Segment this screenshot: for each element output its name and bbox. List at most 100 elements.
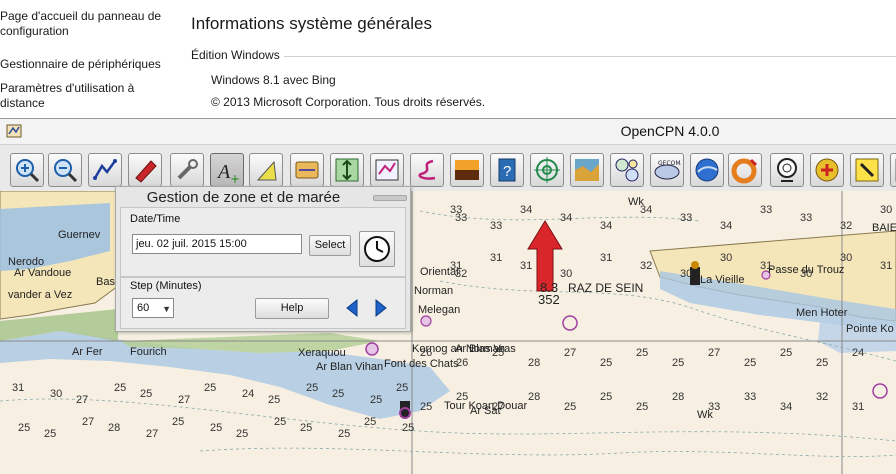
dashboard-icon bbox=[615, 158, 639, 182]
svg-text:GECOMAPI: GECOMAPI bbox=[658, 160, 681, 167]
chart-place-label: Xeraquou bbox=[298, 347, 346, 359]
select-button[interactable]: Select bbox=[309, 235, 351, 256]
chart-place-label: vander a Vez bbox=[8, 289, 72, 301]
depth-sounding: 34 bbox=[720, 220, 732, 232]
buoy-marker[interactable] bbox=[365, 342, 379, 356]
nav-remote-settings[interactable]: Paramètres d'utilisation à distance bbox=[0, 81, 134, 111]
previous-time-button[interactable] bbox=[342, 297, 362, 319]
chart-place-label: Ar Fer bbox=[72, 346, 103, 358]
depth-sounding: 30 bbox=[880, 204, 892, 216]
window-titlebar[interactable]: OpenCPN 4.0.0 bbox=[0, 119, 896, 145]
route-manager-icon bbox=[375, 159, 399, 181]
toolbar-button-waypoint[interactable] bbox=[850, 153, 884, 187]
chart-place-label: 352 bbox=[538, 292, 560, 307]
depth-sounding: 34 bbox=[780, 401, 792, 413]
depth-sounding: 33 bbox=[490, 220, 502, 232]
depth-sounding: 33 bbox=[800, 212, 812, 224]
chart-place-label: Ar Vandoue bbox=[14, 267, 71, 279]
chart-place-label: RAZ DE SEIN bbox=[568, 281, 643, 295]
nav-remote-settings-line1: Paramètres d'utilisation à bbox=[0, 81, 135, 95]
depth-sounding: 30 bbox=[50, 388, 62, 400]
depth-sounding: 25 bbox=[600, 357, 612, 369]
buoy-marker[interactable] bbox=[420, 315, 432, 327]
nav-remote-settings-line2: distance bbox=[0, 96, 45, 110]
toolbar-button-google-earth[interactable] bbox=[690, 153, 724, 187]
toolbar-button-man-overboard[interactable] bbox=[728, 153, 762, 187]
depth-sounding: 25 bbox=[172, 416, 184, 428]
clock-button[interactable] bbox=[359, 231, 395, 267]
dialog-close-button[interactable] bbox=[373, 195, 407, 201]
svg-text:+: + bbox=[230, 172, 240, 184]
copyright-text: © 2013 Microsoft Corporation. Tous droit… bbox=[211, 95, 486, 109]
system-info-page: Page d'accueil du panneau de configurati… bbox=[0, 0, 896, 118]
toolbar-button-watchdog[interactable] bbox=[810, 153, 844, 187]
toolbar-button-settings-wrench[interactable] bbox=[170, 153, 204, 187]
toolbar-button-dashboard[interactable] bbox=[610, 153, 644, 187]
depth-sounding: 34 bbox=[520, 204, 532, 216]
depth-sounding: 31 bbox=[852, 401, 864, 413]
depth-sounding: 30 bbox=[720, 252, 732, 264]
svg-text:?: ? bbox=[503, 163, 511, 180]
toolbar-button-tide[interactable] bbox=[290, 153, 324, 187]
track-icon bbox=[418, 159, 436, 180]
depth-sounding: 25 bbox=[274, 416, 286, 428]
depth-sounding: 25 bbox=[396, 382, 408, 394]
clock-icon bbox=[364, 236, 390, 262]
toolbar-button-current[interactable] bbox=[330, 153, 364, 187]
chart-place-label: Fourich bbox=[130, 346, 167, 358]
text-annotation-icon: A + bbox=[216, 161, 240, 184]
toolbar-button-zoom-in[interactable] bbox=[10, 153, 44, 187]
nav-control-panel-home[interactable]: Page d'accueil du panneau de configurati… bbox=[0, 9, 161, 39]
depth-sounding: 28 bbox=[108, 422, 120, 434]
depth-sounding: 25 bbox=[816, 357, 828, 369]
toolbar-button-crosshair[interactable] bbox=[530, 153, 564, 187]
depth-sounding: 31 bbox=[760, 260, 772, 272]
google-earth-icon bbox=[695, 158, 719, 182]
toolbar-button-extra[interactable] bbox=[890, 153, 896, 187]
depth-sounding: 33 bbox=[680, 212, 692, 224]
depth-sounding: 34 bbox=[640, 204, 652, 216]
toolbar-button-help[interactable]: ? bbox=[490, 153, 524, 187]
help-button[interactable]: Help bbox=[255, 298, 329, 319]
window-title: OpenCPN 4.0.0 bbox=[620, 123, 720, 139]
tide-icon bbox=[295, 161, 319, 179]
tide-current-dialog[interactable]: Gestion de zone et de marée Date/Time je… bbox=[115, 186, 411, 332]
main-toolbar: A+? GECOMAPI bbox=[0, 145, 896, 191]
next-time-button[interactable] bbox=[371, 297, 391, 319]
toolbar-button-radar[interactable] bbox=[770, 153, 804, 187]
toolbar-button-zoom-out[interactable] bbox=[48, 153, 82, 187]
lighthouse-marker[interactable] bbox=[399, 401, 411, 419]
toolbar-button-route[interactable] bbox=[88, 153, 122, 187]
section-divider bbox=[284, 56, 896, 57]
toolbar-button-route-manager[interactable] bbox=[370, 153, 404, 187]
toolbar-button-gecomapi[interactable]: GECOMAPI bbox=[650, 153, 684, 187]
depth-sounding: 34 bbox=[600, 220, 612, 232]
depth-sounding: 30 bbox=[800, 268, 812, 280]
page-title: Informations système générales bbox=[191, 14, 432, 33]
chart-place-label: Guernev bbox=[58, 229, 101, 241]
depth-sounding: 27 bbox=[178, 394, 190, 406]
toolbar-button-ship[interactable] bbox=[128, 153, 162, 187]
datetime-input[interactable]: jeu. 02 juil. 2015 15:00 bbox=[132, 234, 302, 254]
grib-weather-icon bbox=[575, 159, 599, 181]
depth-sounding: 32 bbox=[840, 220, 852, 232]
toolbar-button-measure[interactable] bbox=[249, 153, 283, 187]
toolbar-button-grib-weather[interactable] bbox=[570, 153, 604, 187]
depth-sounding: 24 bbox=[852, 347, 864, 359]
toolbar-button-text-annotation[interactable]: A + bbox=[210, 153, 244, 187]
step-select[interactable]: 60 ▼ bbox=[132, 298, 174, 318]
depth-sounding: 33 bbox=[708, 401, 720, 413]
screen: Page d'accueil du panneau de configurati… bbox=[0, 0, 896, 474]
depth-sounding: 25 bbox=[636, 401, 648, 413]
zoom-out-icon bbox=[54, 159, 78, 183]
datetime-label: Date/Time bbox=[130, 213, 181, 225]
section-heading: Édition Windows bbox=[191, 48, 280, 62]
nav-device-manager[interactable]: Gestionnaire de périphériques bbox=[0, 57, 161, 72]
current-icon bbox=[335, 158, 359, 182]
depth-sounding: 25 bbox=[744, 357, 756, 369]
depth-sounding: 32 bbox=[640, 260, 652, 272]
toolbar-button-track[interactable] bbox=[410, 153, 444, 187]
depth-sounding: 28 bbox=[528, 391, 540, 403]
depth-sounding: 25 bbox=[672, 357, 684, 369]
toolbar-button-color-scheme[interactable] bbox=[450, 153, 484, 187]
